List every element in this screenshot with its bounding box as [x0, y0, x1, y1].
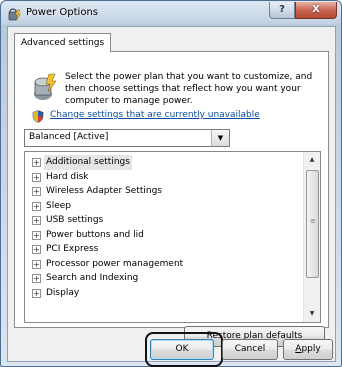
tree-item-label: Hard disk — [46, 171, 89, 182]
tree-item-processor-power[interactable]: + Processor power management — [25, 257, 303, 272]
tree-item-label: USB settings — [46, 215, 104, 225]
expand-plus-icon[interactable]: + — [32, 172, 41, 182]
tree-item-pci-express[interactable]: + PCI Express — [25, 242, 303, 257]
tab-advanced-settings[interactable]: Advanced settings — [14, 33, 112, 52]
scrollbar-thumb[interactable]: ≡ — [306, 170, 319, 278]
expand-plus-icon[interactable]: + — [32, 187, 41, 196]
tree-item-hard-disk[interactable]: + Hard disk — [25, 170, 303, 185]
expand-plus-icon[interactable]: + — [32, 216, 41, 225]
power-plan-dropdown[interactable]: Balanced [Active] ▼ — [24, 129, 230, 147]
cancel-button[interactable]: Cancel — [222, 339, 278, 360]
tree-item-power-buttons[interactable]: + Power buttons and lid — [25, 228, 303, 243]
tree-item-label: Power buttons and lid — [46, 229, 144, 240]
apply-button[interactable]: Apply — [283, 339, 333, 360]
chevron-down-icon[interactable]: ▼ — [211, 130, 229, 146]
power-plan-icon — [34, 73, 57, 100]
tree-item-label: Processor power management — [46, 258, 184, 269]
expand-plus-icon[interactable]: + — [32, 274, 41, 283]
title-bar[interactable]: Power Options ? X — [1, 1, 341, 25]
expand-plus-icon[interactable]: + — [32, 158, 41, 167]
settings-tree[interactable]: + Additional settings + Hard disk + Wire… — [24, 151, 321, 323]
power-options-window: Power Options ? X Advanced settings Sele… — [0, 0, 342, 367]
grip-icon: ≡ — [310, 217, 316, 225]
tree-item-label: Search and Indexing — [46, 273, 139, 283]
expand-plus-icon[interactable]: + — [32, 259, 41, 269]
tree-item-usb-settings[interactable]: + USB settings — [25, 213, 303, 228]
change-settings-link[interactable]: Change settings that are currently unava… — [50, 110, 260, 120]
tree-item-label: Display — [46, 287, 80, 298]
tree-item-sleep[interactable]: + Sleep — [25, 199, 303, 214]
advanced-settings-panel: Select the power plan that you want to c… — [14, 51, 329, 328]
plan-description: Select the power plan that you want to c… — [65, 72, 313, 106]
window-title: Power Options — [26, 7, 98, 18]
shield-icon — [32, 110, 44, 123]
dialog-client-area: Advanced settings Select the power plan … — [7, 26, 336, 367]
tree-item-label: Wireless Adapter Settings — [46, 186, 162, 196]
tree-item-additional-settings[interactable]: + Additional settings — [25, 155, 303, 170]
tree-item-search-indexing[interactable]: + Search and Indexing — [25, 271, 303, 286]
help-button[interactable]: ? — [269, 2, 295, 19]
power-options-icon — [8, 8, 21, 21]
ok-button[interactable]: OK — [150, 339, 214, 360]
tree-item-label: Additional settings — [44, 155, 132, 170]
tree-item-label: PCI Express — [46, 244, 99, 254]
power-plan-dropdown-value: Balanced [Active] — [29, 132, 109, 142]
tree-item-label: Sleep — [46, 200, 72, 211]
scroll-down-icon[interactable]: ▼ — [304, 306, 320, 322]
close-button[interactable]: X — [295, 2, 337, 19]
tree-item-display[interactable]: + Display — [25, 286, 303, 301]
scroll-up-icon[interactable]: ▲ — [304, 152, 320, 168]
expand-plus-icon[interactable]: + — [32, 201, 41, 211]
settings-scrollbar[interactable]: ▲ ≡ ▼ — [303, 152, 320, 322]
expand-plus-icon[interactable]: + — [32, 245, 41, 254]
expand-plus-icon[interactable]: + — [32, 230, 41, 240]
expand-plus-icon[interactable]: + — [32, 288, 41, 298]
apply-label: pply — [301, 344, 321, 354]
tree-item-wireless-adapter[interactable]: + Wireless Adapter Settings — [25, 184, 303, 199]
